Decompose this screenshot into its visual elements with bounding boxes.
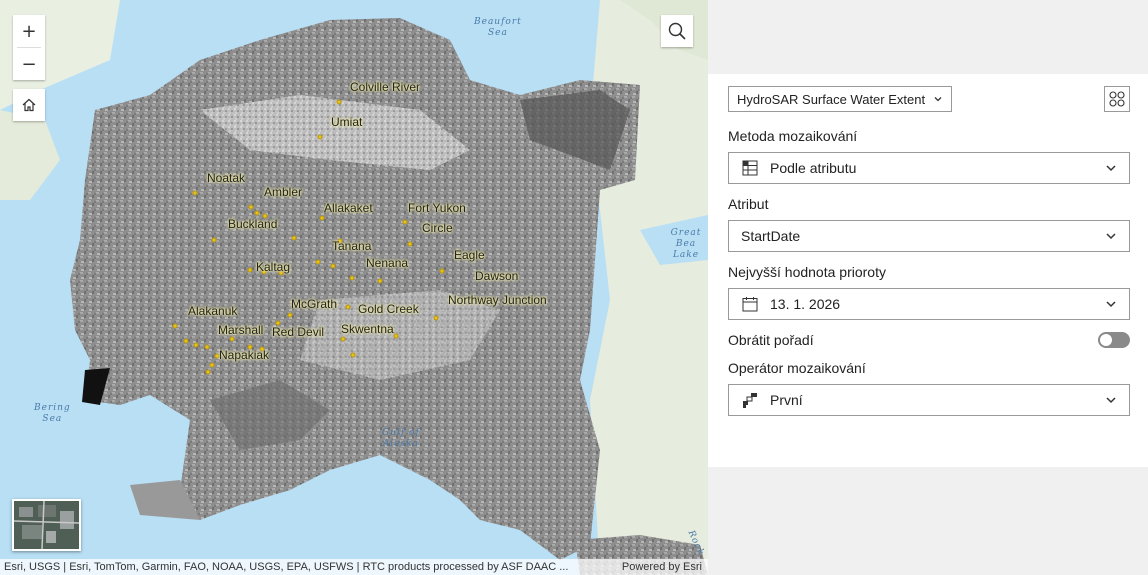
place-label: Fort Yukon [408,201,466,215]
mosaic-method-label: Metoda mozaikování [728,128,858,144]
place-dot [345,304,351,310]
place-dot [247,267,253,273]
place-dot [254,210,260,216]
place-dot [205,369,211,375]
place-label: Eagle [454,248,485,262]
place-dot [330,263,336,269]
chevron-down-icon [1106,165,1116,172]
zoom-control: + − [13,15,45,80]
attribute-table-icon [741,159,759,177]
place-dot [291,235,297,241]
mosaic-operator-value: První [770,392,803,408]
mosaic-operator-label: Operátor mozaikování [728,360,866,376]
place-dot [183,338,189,344]
satellite-thumbnail-icon [14,501,79,549]
place-dot [393,333,399,339]
place-label: Nenana [366,256,409,270]
great-bear-lake-label: Great Bea Lake [670,228,702,260]
place-dot [350,352,356,358]
place-dot [340,336,346,342]
search-button[interactable] [661,15,693,47]
home-button[interactable] [13,89,45,121]
place-dot [204,344,210,350]
calendar-icon [741,295,759,313]
attribute-value: StartDate [741,228,801,244]
apps-button[interactable] [1104,86,1130,112]
reverse-order-label: Obrátit pořadí [728,332,814,348]
attribution-text[interactable]: Esri, USGS | Esri, TomTom, Garmin, FAO, … [4,561,568,573]
priority-date-picker[interactable]: 13. 1. 2026 [728,288,1130,320]
place-label: McGrath [291,297,338,311]
place-label: Marshall [218,323,264,337]
place-dot [211,237,217,243]
gulf-of-alaska-label: Gulf of Alaska [382,428,420,449]
mosaic-method-dropdown[interactable]: Podle atributu [728,152,1130,184]
basemap-toggle[interactable] [12,499,81,551]
place-dot [349,275,355,281]
chevron-down-icon [1106,301,1116,308]
map-attribution: Esri, USGS | Esri, TomTom, Garmin, FAO, … [0,559,708,575]
first-operator-icon [741,391,759,409]
place-dot [193,342,199,348]
mosaic-method-value: Podle atributu [770,160,857,176]
place-dot [439,268,445,274]
beaufort-sea-label: Beaufort Sea [474,17,522,38]
place-label: Dawson [475,269,519,283]
layer-select-value: HydroSAR Surface Water Extent [737,91,926,107]
toggle-knob [1100,334,1112,346]
mosaic-settings-panel: HydroSAR Surface Water Extent Metoda moz… [708,74,1148,467]
place-dot [317,134,323,140]
place-label: Skwentna [341,322,394,336]
place-label: Tanana [332,239,372,253]
place-dot [209,362,215,368]
zoom-out-button[interactable]: − [13,48,45,80]
place-dot [172,323,178,329]
place-dot [192,190,198,196]
search-icon [668,22,686,40]
grid-icon [1109,91,1125,107]
place-label: Noatak [207,171,246,185]
chukotka-south-land [0,110,60,200]
attribute-label: Atribut [728,196,769,212]
place-label: Umiat [331,115,363,129]
powered-by-esri[interactable]: Powered by Esri [622,559,702,575]
place-dot [229,336,235,342]
place-label: Kaltag [256,260,291,274]
chevron-down-icon [934,97,942,102]
place-dot [287,312,293,318]
layer-select[interactable]: HydroSAR Surface Water Extent [728,86,953,112]
priority-value: 13. 1. 2026 [770,296,841,312]
place-dot [377,278,383,284]
place-dot [433,315,439,321]
chevron-down-icon [1106,233,1116,240]
place-label: Allakaket [324,201,373,215]
attribute-dropdown[interactable]: StartDate [728,220,1130,252]
mosaic-operator-dropdown[interactable]: První [728,384,1130,416]
place-label: Buckland [228,217,278,231]
place-label: Gold Creek [358,302,419,316]
zoom-in-button[interactable]: + [13,15,45,47]
place-label: Colville River [350,80,421,94]
bering-sea-label: Bering Sea [34,403,71,424]
place-dot [315,259,321,265]
chevron-down-icon [1106,397,1116,404]
place-dot [407,241,413,247]
place-dot [319,215,325,221]
priority-label: Nejvyšší hodnota prioroty [728,264,886,280]
place-dot [402,219,408,225]
reverse-order-toggle[interactable] [1098,332,1130,348]
place-label: Circle [422,221,453,235]
place-dot [336,99,342,105]
place-dot [248,204,254,210]
home-icon [22,98,36,112]
place-label: Ambler [264,185,303,199]
place-label: Alakanuk [188,304,238,318]
place-label: Red Devil [272,325,325,339]
place-label: Napakiak [219,348,270,362]
map-view[interactable]: Beaufort Sea Bering Sea Gulf of Alaska Grea… [0,0,708,575]
place-label: Northway Junction [448,293,547,307]
